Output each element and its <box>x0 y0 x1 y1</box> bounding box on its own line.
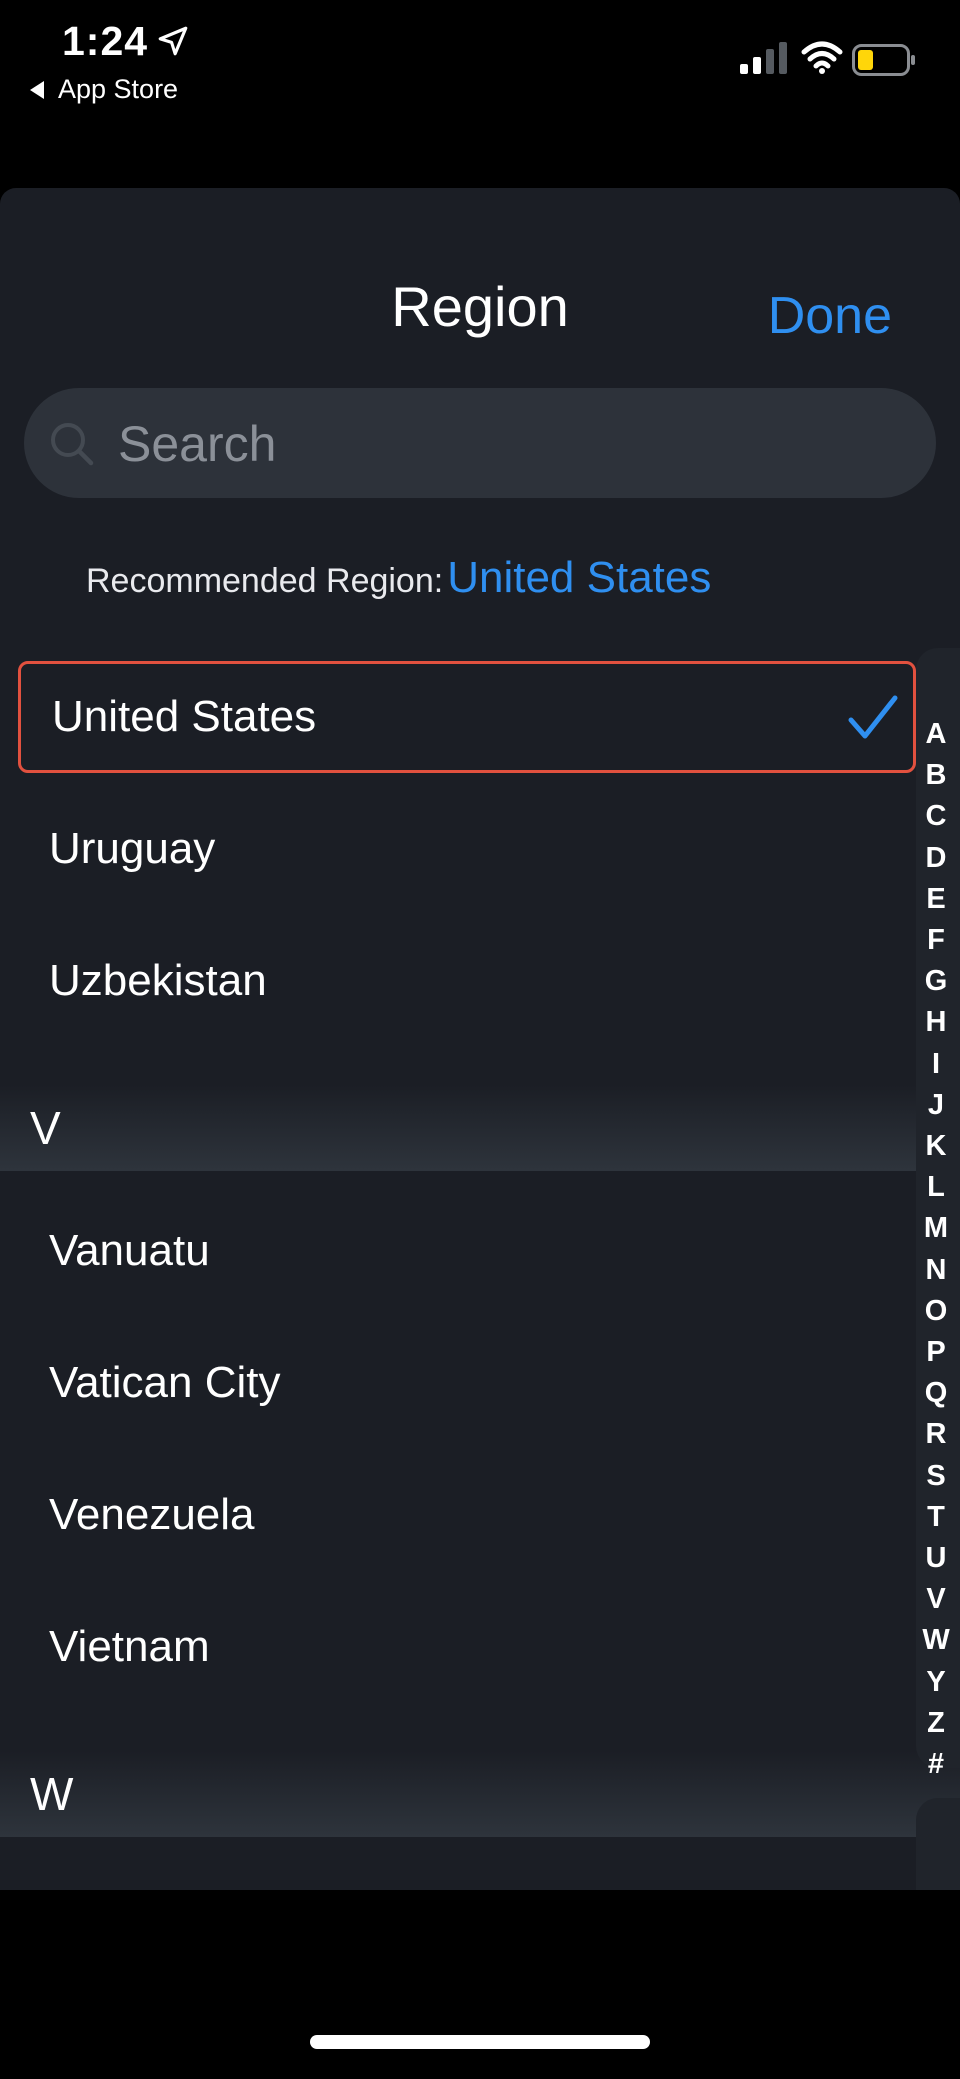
index-letter[interactable]: D <box>926 838 947 879</box>
list-item-label: Uruguay <box>49 824 216 873</box>
index-letter[interactable]: N <box>926 1250 947 1291</box>
index-bar-continuation <box>916 1798 960 1890</box>
index-letter[interactable]: J <box>928 1085 944 1126</box>
index-letter[interactable]: O <box>925 1291 948 1332</box>
region-sheet: Region Done Recommended Region: United S… <box>0 188 960 1890</box>
index-letter[interactable]: A <box>926 714 947 755</box>
battery-icon <box>852 44 915 76</box>
index-letter[interactable]: M <box>924 1208 948 1249</box>
region-list: United States Uruguay Uzbekistan V Vanua… <box>0 653 960 1851</box>
search-icon <box>51 423 94 466</box>
index-letter[interactable]: # <box>928 1744 944 1785</box>
recommended-label: Recommended Region: <box>86 562 444 600</box>
back-arrow-icon <box>30 80 44 99</box>
index-letter[interactable]: C <box>926 796 947 837</box>
list-item-label: Venezuela <box>49 1490 255 1539</box>
section-index-bar[interactable]: A B C D E F G H I J K L M N O P Q R S T … <box>916 648 960 1780</box>
back-to-app-store[interactable]: App Store <box>30 74 178 105</box>
search-bar <box>24 388 936 500</box>
list-item-label: Vietnam <box>49 1622 210 1671</box>
list-item-label: Uzbekistan <box>49 956 267 1005</box>
index-letter[interactable]: W <box>922 1620 949 1661</box>
done-button[interactable]: Done <box>768 286 892 346</box>
list-item-label: Vanuatu <box>49 1226 210 1275</box>
index-letter[interactable]: E <box>926 879 945 920</box>
list-item[interactable]: Vietnam <box>0 1581 916 1713</box>
recommended-region-link[interactable]: United States <box>447 553 711 603</box>
status-bar: 1:24 App Store <box>0 0 960 120</box>
index-letter[interactable]: Y <box>926 1662 945 1703</box>
section-header-w: W <box>0 1751 960 1837</box>
index-letter[interactable]: I <box>932 1044 940 1085</box>
list-item-label: United States <box>52 692 317 741</box>
list-item[interactable]: Uzbekistan <box>0 915 916 1047</box>
index-letter[interactable]: U <box>926 1538 947 1579</box>
index-letters: A B C D E F G H I J K L M N O P Q R S T … <box>916 714 956 1785</box>
back-app-label: App Store <box>58 74 179 104</box>
status-time: 1:24 <box>62 18 149 64</box>
location-arrow-icon <box>158 26 188 56</box>
home-indicator[interactable] <box>310 2035 650 2049</box>
index-letter[interactable]: R <box>926 1414 947 1455</box>
list-item[interactable]: Venezuela <box>0 1449 916 1581</box>
index-letter[interactable]: L <box>927 1167 945 1208</box>
search-input[interactable] <box>116 388 920 500</box>
index-letter[interactable]: P <box>926 1332 945 1373</box>
checkmark-icon <box>848 695 898 739</box>
list-item-label: Vatican City <box>49 1358 281 1407</box>
wifi-icon <box>801 41 843 74</box>
index-letter[interactable]: K <box>926 1126 947 1167</box>
list-item[interactable]: Vatican City <box>0 1317 916 1449</box>
list-item[interactable]: Uruguay <box>0 783 916 915</box>
section-header-v: V <box>0 1085 960 1171</box>
list-item[interactable]: Vanuatu <box>0 1185 916 1317</box>
list-item-selected[interactable]: United States <box>18 661 916 773</box>
index-letter[interactable]: Z <box>927 1703 945 1744</box>
index-letter[interactable]: S <box>926 1456 945 1497</box>
index-letter[interactable]: G <box>925 961 948 1002</box>
index-letter[interactable]: F <box>927 920 945 961</box>
cellular-signal-icon <box>740 42 787 74</box>
index-letter[interactable]: V <box>926 1579 945 1620</box>
recommended-region: Recommended Region: United States <box>86 553 711 603</box>
index-letter[interactable]: Q <box>925 1373 948 1414</box>
index-letter[interactable]: H <box>926 1002 947 1043</box>
index-letter[interactable]: T <box>927 1497 945 1538</box>
index-letter[interactable]: B <box>926 755 947 796</box>
